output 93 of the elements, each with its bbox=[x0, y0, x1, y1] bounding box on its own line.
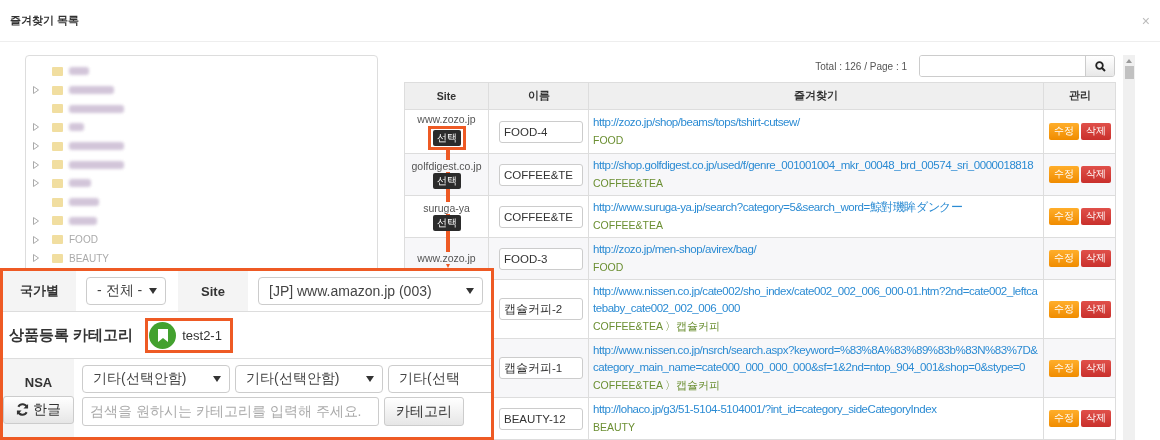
bookmark-link[interactable]: http://www.nissen.co.jp/nsrch/search.aspx?keyword=%83%8A%83%89%83b%83N%83%7D&category_main_name=cate000_000_000_000&sf=1&2nd=ntop_904_001&shop=0&stype=0 bbox=[593, 342, 1039, 376]
site-select[interactable]: [JP] www.amazon.jp (003) bbox=[258, 277, 483, 305]
folder-icon bbox=[52, 122, 63, 132]
search-field[interactable] bbox=[919, 55, 1115, 77]
scrollbar-thumb[interactable] bbox=[1124, 66, 1134, 79]
column-header: 이름 bbox=[488, 82, 589, 110]
scroll-up-arrow-icon[interactable] bbox=[1126, 59, 1132, 63]
folder-icon bbox=[52, 160, 63, 170]
name-field[interactable]: COFFEE&TE bbox=[499, 163, 583, 186]
column-header: 관리 bbox=[1043, 82, 1116, 110]
folder-icon bbox=[52, 85, 63, 95]
delete-button[interactable]: 삭제 bbox=[1081, 359, 1111, 377]
bookmark-link[interactable]: http://www.nissen.co.jp/cate002/sho_index/cate002_002_006_000-01.htm?2nd=cate002_leftcatebaby_cate002_002_006_000 bbox=[593, 283, 1039, 317]
select-value: 기타(선택 bbox=[399, 370, 460, 388]
name-field[interactable]: BEAUTY-12 bbox=[499, 407, 583, 430]
refresh-icon bbox=[16, 403, 29, 416]
site-name: www.zozo.jp bbox=[416, 252, 477, 264]
folder-icon bbox=[52, 141, 63, 151]
category-path: COFFEE&TEA bbox=[593, 218, 664, 233]
folder-icon bbox=[52, 104, 63, 114]
tree-item-label[interactable]: BEAUTY bbox=[69, 252, 109, 264]
category-select[interactable]: 기타(선택안함) bbox=[82, 365, 230, 393]
category-search-button[interactable]: 카테고리 bbox=[384, 397, 464, 426]
blurred-label bbox=[69, 142, 124, 151]
delete-button[interactable]: 삭제 bbox=[1081, 410, 1111, 427]
dialog-title: 즐겨찾기 목록 bbox=[10, 13, 80, 28]
field-label: NSA bbox=[24, 374, 53, 390]
folder-icon bbox=[52, 235, 63, 245]
folder-icon bbox=[52, 216, 63, 226]
category-path: COFFEE&TEA bbox=[593, 176, 664, 191]
blurred-label bbox=[69, 67, 89, 76]
column-header: 즐겨찾기 bbox=[588, 82, 1044, 110]
select-value: 기타(선택안함) bbox=[246, 370, 340, 388]
category-path: FOOD bbox=[593, 260, 625, 275]
site-name: suruga-ya bbox=[422, 202, 471, 214]
column-header: Site bbox=[404, 82, 489, 110]
search-icon bbox=[1094, 60, 1106, 72]
delete-button[interactable]: 삭제 bbox=[1081, 123, 1111, 140]
select-value: 기타(선택안함) bbox=[93, 370, 187, 388]
folder-icon bbox=[52, 253, 63, 263]
name-field[interactable]: FOOD-4 bbox=[499, 120, 583, 143]
blurred-label bbox=[69, 216, 97, 225]
caret-icon bbox=[466, 288, 474, 294]
caret-icon bbox=[366, 376, 374, 382]
select-button[interactable]: 선택 bbox=[432, 215, 461, 231]
bookmark-link[interactable]: http://lohaco.jp/g3/51-5104-5104001/?int_id=category_sideCategoryIndex bbox=[593, 401, 1039, 418]
caret-icon bbox=[149, 288, 157, 294]
total-count: Total : 126 / Page : 1 bbox=[815, 60, 907, 72]
category-select[interactable]: 기타(선택 bbox=[388, 365, 491, 393]
category-select[interactable]: 기타(선택안함) bbox=[235, 365, 383, 393]
select-value: [JP] www.amazon.jp (003) bbox=[269, 283, 432, 299]
bookmark-link[interactable]: http://zozo.jp/men-shop/avirex/bag/ bbox=[593, 241, 1039, 258]
folder-icon bbox=[52, 197, 63, 207]
blurred-label bbox=[69, 179, 91, 188]
category-label: 상품등록 카테고리 bbox=[9, 325, 134, 345]
blurred-label bbox=[69, 160, 124, 169]
language-button[interactable]: 한글 bbox=[3, 395, 74, 424]
select-button[interactable]: 선택 bbox=[432, 130, 461, 146]
blurred-label bbox=[69, 86, 114, 95]
category-path: FOOD bbox=[593, 133, 625, 148]
category-tag: test2-1 bbox=[182, 327, 222, 343]
category-search-field[interactable]: 검색을 원하시는 카테고리를 입력해 주세요. bbox=[82, 397, 379, 426]
scrollbar[interactable] bbox=[1123, 55, 1135, 440]
name-field[interactable]: COFFEE&TE bbox=[499, 205, 583, 228]
name-field[interactable]: FOOD-3 bbox=[499, 247, 583, 270]
name-field[interactable]: 캡슐커피-1 bbox=[499, 357, 583, 379]
delete-button[interactable]: 삭제 bbox=[1081, 250, 1111, 267]
select-value: - 전체 - bbox=[97, 282, 143, 300]
category-path: BEAUTY bbox=[593, 420, 636, 435]
blurred-label bbox=[69, 198, 99, 207]
blurred-label bbox=[69, 104, 124, 113]
folder-icon bbox=[52, 66, 63, 76]
delete-button[interactable]: 삭제 bbox=[1081, 300, 1111, 318]
bookmark-link[interactable]: http://www.suruga-ya.jp/search?category=5&search_word=鯨對璣眸ダンクー bbox=[593, 199, 1039, 216]
folder-icon bbox=[52, 178, 63, 188]
blurred-label bbox=[69, 123, 84, 132]
search-button[interactable] bbox=[1085, 56, 1114, 76]
bookmark-link[interactable]: http://shop.golfdigest.co.jp/used/f/genre_001001004_mkr_00048_brd_00574_sri_0000018818 bbox=[593, 157, 1039, 174]
delete-button[interactable]: 삭제 bbox=[1081, 208, 1111, 225]
category-path: COFFEE&TEA 〉캡슐커피 bbox=[593, 319, 722, 334]
field-label: Site bbox=[178, 271, 248, 311]
name-field[interactable]: 캡슐커피-2 bbox=[499, 298, 583, 320]
bookmark-icon bbox=[149, 321, 177, 349]
field-label: 국가별 bbox=[3, 271, 76, 311]
site-name: www.zozo.jp bbox=[416, 113, 477, 125]
site-name: golfdigest.co.jp bbox=[410, 160, 483, 172]
caret-icon bbox=[213, 376, 221, 382]
select-button[interactable]: 선택 bbox=[432, 173, 461, 189]
tree-item-label[interactable]: FOOD bbox=[69, 234, 98, 246]
country-select[interactable]: - 전체 - bbox=[86, 277, 166, 305]
delete-button[interactable]: 삭제 bbox=[1081, 166, 1111, 183]
bookmark-link[interactable]: http://zozo.jp/shop/beams/tops/tshirt-cutsew/ bbox=[593, 114, 1039, 131]
category-path: COFFEE&TEA 〉캡슐커피 bbox=[593, 378, 722, 393]
